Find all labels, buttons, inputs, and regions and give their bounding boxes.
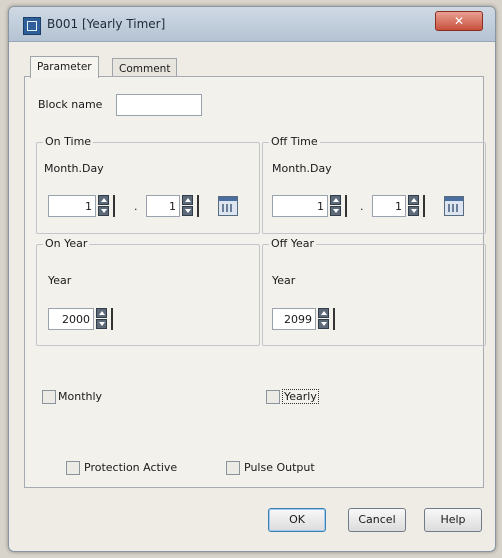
off-year-input[interactable]: 2099 [272, 308, 316, 330]
on-time-title: On Time [43, 135, 94, 148]
on-year-field-label: Year [48, 274, 72, 287]
ok-button[interactable]: OK [268, 508, 326, 532]
on-year-marker [111, 308, 117, 330]
off-time-month-spin-icon[interactable] [330, 195, 341, 217]
off-time-month-input[interactable]: 1 [272, 195, 328, 217]
off-year-marker [333, 308, 339, 330]
app-icon [23, 17, 41, 35]
block-name-input[interactable] [116, 94, 202, 116]
on-time-day-spin-icon[interactable] [182, 195, 193, 217]
off-time-field-label: Month.Day [272, 162, 332, 175]
off-time-group: Off Time [262, 135, 486, 234]
off-year-field-label: Year [272, 274, 296, 287]
on-time-day-input[interactable]: 1 [146, 195, 180, 217]
off-time-day-marker [423, 195, 429, 217]
block-name-label: Block name [38, 98, 103, 111]
off-time-month-marker [345, 195, 351, 217]
off-time-separator: . [360, 200, 364, 213]
off-time-title: Off Time [269, 135, 320, 148]
off-year-title: Off Year [269, 237, 317, 250]
on-year-title: On Year [43, 237, 90, 250]
on-time-month-spin-icon[interactable] [98, 195, 109, 217]
title-bar[interactable]: B001 [Yearly Timer] ✕ [9, 7, 495, 42]
pulse-output-checkbox[interactable] [226, 461, 240, 475]
yearly-checkbox[interactable] [266, 390, 280, 404]
monthly-checkbox[interactable] [42, 390, 56, 404]
protection-active-label[interactable]: Protection Active [84, 461, 177, 474]
help-button[interactable]: Help [424, 508, 482, 532]
off-time-calendar-icon[interactable] [444, 196, 464, 216]
pulse-output-label[interactable]: Pulse Output [244, 461, 315, 474]
window-title: B001 [Yearly Timer] [47, 17, 166, 31]
on-time-month-input[interactable]: 1 [48, 195, 96, 217]
tab-parameter[interactable]: Parameter [30, 56, 99, 78]
monthly-label[interactable]: Monthly [58, 390, 102, 403]
close-button[interactable]: ✕ [435, 11, 483, 31]
cancel-button[interactable]: Cancel [348, 508, 406, 532]
yearly-label[interactable]: Yearly [282, 389, 319, 404]
on-time-separator: . [134, 200, 138, 213]
on-time-day-marker [197, 195, 203, 217]
on-time-calendar-icon[interactable] [218, 196, 238, 216]
off-year-spin-icon[interactable] [318, 308, 329, 330]
protection-active-checkbox[interactable] [66, 461, 80, 475]
off-time-day-input[interactable]: 1 [372, 195, 406, 217]
on-time-month-marker [113, 195, 119, 217]
on-time-group: On Time [36, 135, 260, 234]
on-year-spin-icon[interactable] [96, 308, 107, 330]
on-time-field-label: Month.Day [44, 162, 104, 175]
off-time-day-spin-icon[interactable] [408, 195, 419, 217]
on-year-input[interactable]: 2000 [48, 308, 94, 330]
